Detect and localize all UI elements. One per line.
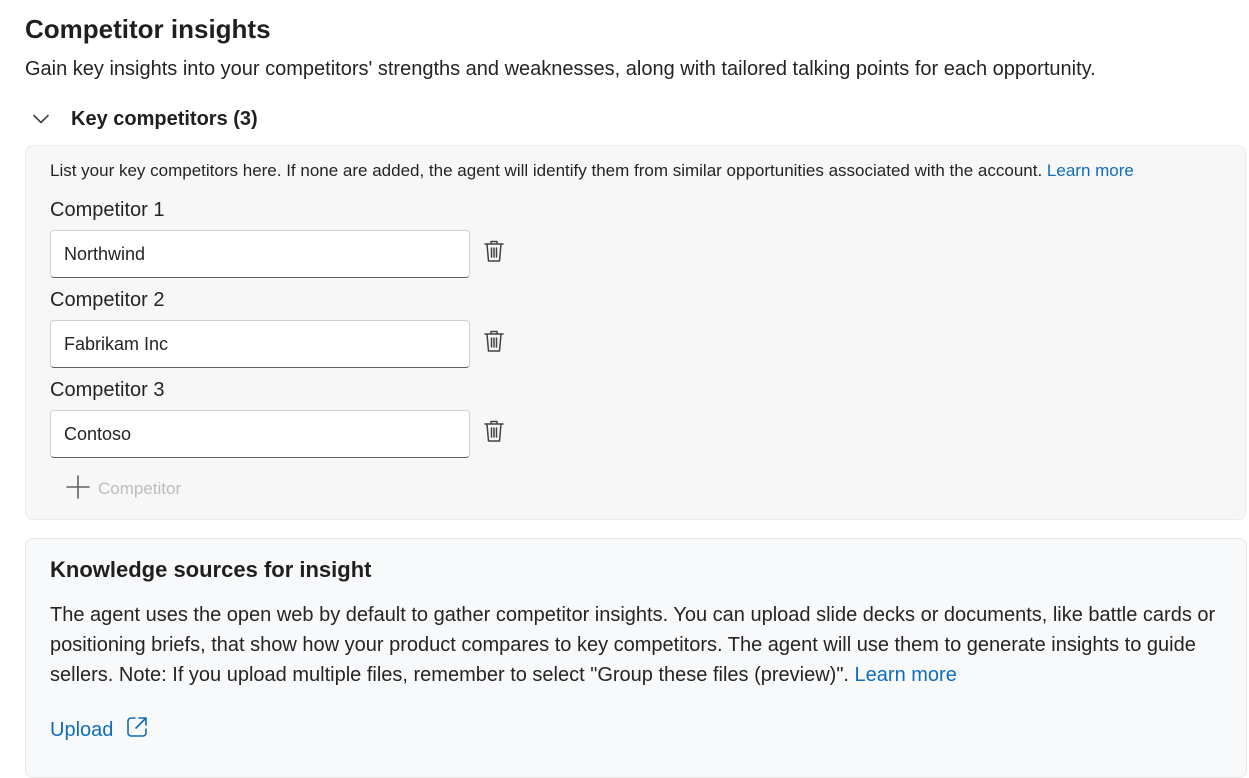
competitor-3-input[interactable] (50, 410, 470, 458)
upload-label: Upload (50, 718, 114, 741)
key-competitors-toggle[interactable]: Key competitors (3) (30, 104, 258, 134)
knowledge-sources-panel: Knowledge sources for insight The agent … (25, 538, 1247, 778)
knowledge-sources-text: The agent uses the open web by default t… (50, 604, 1216, 686)
add-competitor-button[interactable]: Competitor (66, 474, 182, 504)
page-title: Competitor insights (25, 14, 271, 44)
add-competitor-label: Competitor (98, 479, 182, 498)
page-subtitle: Gain key insights into your competitors'… (25, 58, 1096, 80)
trash-icon (483, 329, 505, 358)
competitor-1-input[interactable] (50, 230, 470, 278)
key-competitors-panel: List your key competitors here. If none … (25, 145, 1246, 520)
competitor-2-label: Competitor 2 (50, 289, 165, 311)
knowledge-sources-title: Knowledge sources for insight (50, 557, 372, 582)
learn-more-link[interactable]: Learn more (1047, 161, 1134, 180)
key-competitors-description: List your key competitors here. If none … (50, 161, 1134, 181)
key-competitors-title: Key competitors (3) (71, 107, 258, 130)
delete-competitor-3-button[interactable] (482, 420, 506, 446)
key-competitors-description-text: List your key competitors here. If none … (50, 161, 1043, 180)
knowledge-sources-description: The agent uses the open web by default t… (50, 600, 1230, 690)
open-external-icon (113, 715, 149, 745)
chevron-down-icon (30, 108, 52, 130)
delete-competitor-1-button[interactable] (482, 240, 506, 266)
delete-competitor-2-button[interactable] (482, 330, 506, 356)
competitor-1-label: Competitor 1 (50, 199, 165, 221)
competitor-3-label: Competitor 3 (50, 379, 165, 401)
competitor-2-input[interactable] (50, 320, 470, 368)
knowledge-learn-more-link[interactable]: Learn more (855, 664, 957, 686)
trash-icon (483, 239, 505, 268)
upload-button[interactable]: Upload (50, 715, 149, 745)
plus-icon (66, 474, 98, 504)
trash-icon (483, 419, 505, 448)
